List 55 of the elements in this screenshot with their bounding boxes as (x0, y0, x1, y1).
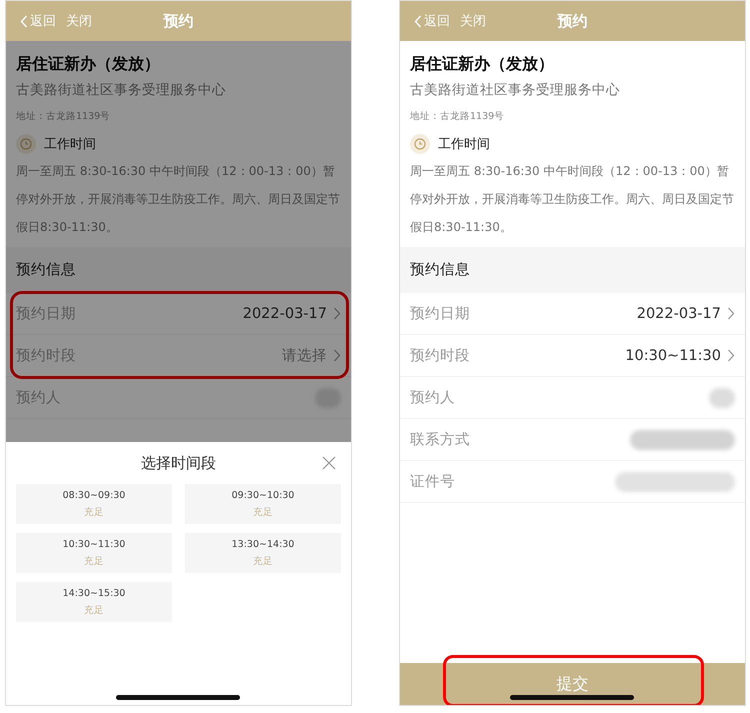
section-title: 预约信息 (6, 247, 351, 293)
slot-status: 充足 (84, 604, 104, 616)
sheet-title: 选择时间段 (141, 454, 216, 472)
field-label: 证件号 (410, 473, 455, 491)
page-title: 预约 (162, 12, 194, 30)
address-text: 地址：古龙路1139号 (16, 110, 112, 124)
time-slot[interactable]: 09:30~10:30 充足 (185, 484, 341, 524)
time-slot[interactable]: 13:30~14:30 充足 (185, 533, 341, 573)
chevron-right-icon (727, 349, 735, 362)
time-slot[interactable]: 08:30~09:30 充足 (16, 484, 172, 524)
field-placeholder: 请选择 (282, 347, 327, 365)
form-row[interactable]: 预约日期 2022-03-17 (6, 293, 351, 335)
slot-status: 充足 (253, 554, 273, 568)
hours-text: 周一至周五 8:30-16:30 中午时间段（12：00-13：00）暂停对外开放，开展消毒等卫生防疫工作。周六、周日及国定节假日8:30-11:30。 (410, 163, 735, 236)
page-title: 预约 (556, 12, 588, 30)
slot-time: 14:30~15:30 (62, 588, 126, 598)
slot-time: 09:30~10:30 (232, 490, 294, 500)
form-row[interactable]: 预约日期 2022-03-17 (400, 293, 745, 335)
field-label: 预约人 (410, 389, 455, 407)
field-label: 预约人 (16, 389, 61, 407)
clock-icon (410, 134, 430, 154)
field-value: 2022-03-17 (242, 306, 327, 322)
field-label: 预约时段 (410, 347, 470, 365)
clock-icon (16, 134, 36, 154)
blurred-value (709, 388, 735, 408)
slot-time: 10:30~11:30 (62, 538, 126, 550)
chevron-right-icon (727, 307, 735, 320)
back-chevron-icon (414, 14, 422, 28)
slot-status: 充足 (84, 554, 104, 568)
hours-label: 工作时间 (44, 136, 96, 153)
back-chevron-icon (20, 14, 28, 28)
form-row[interactable]: 预约时段 10:30~11:30 (400, 335, 745, 377)
service-title: 居住证新办（发放） (16, 53, 161, 75)
chevron-right-icon (333, 307, 341, 320)
service-center: 古美路街道社区事务受理服务中心 (16, 81, 227, 100)
field-label: 预约日期 (410, 305, 470, 323)
field-label: 预约日期 (16, 305, 76, 323)
time-slot[interactable]: 14:30~15:30 充足 (16, 582, 172, 622)
service-center: 古美路街道社区事务受理服务中心 (410, 81, 621, 100)
slot-status: 充足 (253, 506, 273, 518)
hours-label: 工作时间 (438, 136, 490, 153)
field-label: 联系方式 (410, 430, 470, 449)
time-slot[interactable]: 10:30~11:30 充足 (16, 533, 172, 573)
field-value: 10:30~11:30 (625, 348, 721, 364)
close-icon[interactable] (322, 456, 336, 470)
chevron-right-icon (333, 349, 341, 362)
slot-time: 13:30~14:30 (232, 538, 294, 550)
service-title: 居住证新办（发放） (410, 53, 555, 75)
field-value: 2022-03-17 (636, 306, 721, 322)
address-text: 地址：古龙路1139号 (410, 110, 506, 124)
slot-time: 08:30~09:30 (62, 490, 126, 500)
section-title: 预约信息 (400, 247, 745, 293)
slot-status: 充足 (84, 506, 104, 518)
hours-text: 周一至周五 8:30-16:30 中午时间段（12：00-13：00）暂停对外开放，开展消毒等卫生防疫工作。周六、周日及国定节假日8:30-11:30。 (16, 163, 341, 236)
field-label: 预约时段 (16, 347, 76, 365)
